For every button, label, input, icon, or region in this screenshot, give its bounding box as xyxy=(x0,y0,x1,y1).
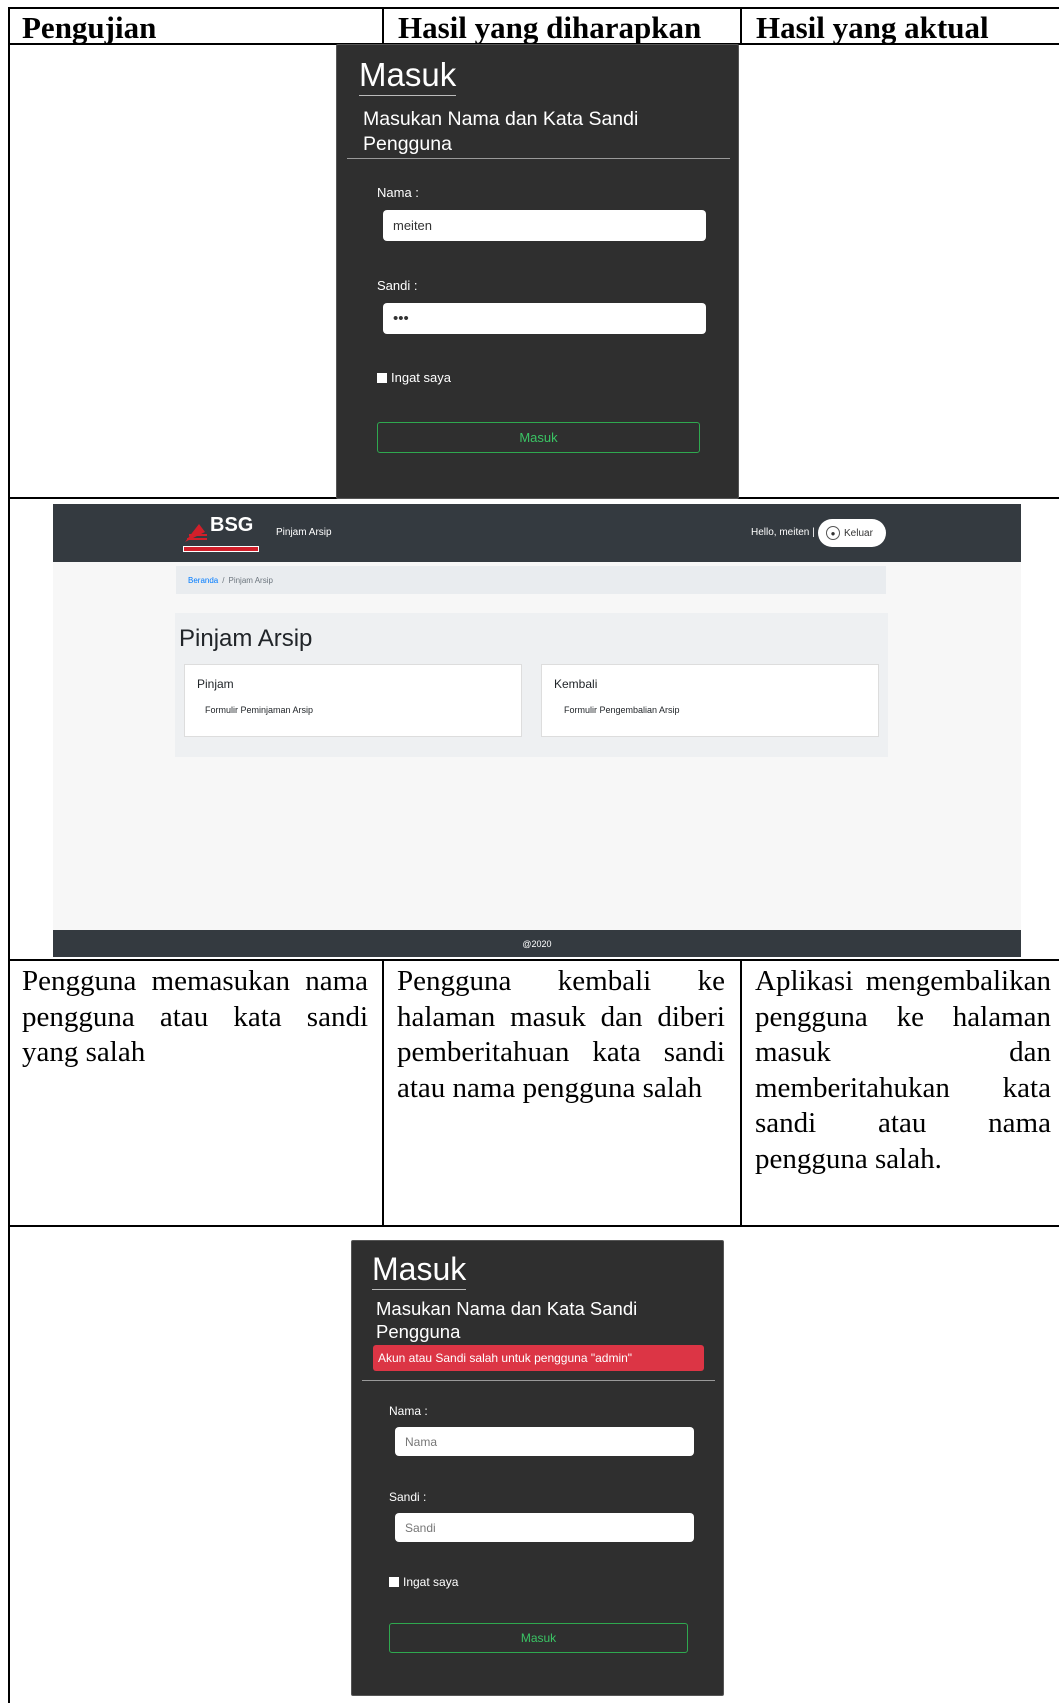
password-label: Sandi : xyxy=(377,278,418,293)
login-subtitle: Masukan Nama dan Kata Sandi Pengguna xyxy=(376,1298,638,1342)
login-submit-button[interactable]: Masuk xyxy=(377,422,700,453)
user-icon: ● xyxy=(826,526,840,540)
login-title: Masuk xyxy=(372,1251,467,1290)
app-screenshot: BSG Pinjam Arsip Hello, meiten | ● Kelua… xyxy=(53,504,1021,957)
breadcrumb-current: Pinjam Arsip xyxy=(228,575,273,585)
password-label: Sandi : xyxy=(389,1490,427,1504)
expected-result: Pengguna kembali ke halaman masuk dan di… xyxy=(397,965,725,1104)
checkbox-box xyxy=(389,1577,399,1587)
remember-label: Ingat saya xyxy=(391,370,451,385)
login-panel-filled: Masuk Masukan Nama dan Kata Sandi Penggu… xyxy=(336,44,739,499)
actual-result: Aplikasi mengembalikan pengguna ke halam… xyxy=(755,965,1051,1175)
login-panel-error: Masuk Masukan Nama dan Kata Sandi Penggu… xyxy=(351,1240,724,1696)
page-title: Pinjam Arsip xyxy=(179,625,313,652)
header-hasil-aktual: Hasil yang aktual xyxy=(756,10,989,45)
card-pinjam: Pinjam Formulir Peminjaman Arsip xyxy=(184,664,522,737)
error-alert: Akun atau Sandi salah untuk pengguna "ad… xyxy=(373,1345,704,1371)
password-input[interactable]: Sandi xyxy=(395,1513,694,1542)
remember-me-checkbox[interactable]: Ingat saya xyxy=(389,1575,458,1589)
login-submit-button[interactable]: Masuk xyxy=(389,1623,688,1653)
checkbox-box xyxy=(377,372,387,383)
nav-title[interactable]: Pinjam Arsip xyxy=(276,527,332,538)
header-hasil-diharapkan: Hasil yang diharapkan xyxy=(398,10,702,45)
name-label: Nama : xyxy=(377,185,419,200)
breadcrumb: Beranda / Pinjam Arsip xyxy=(176,566,886,594)
card-title: Kembali xyxy=(554,677,598,691)
col-divider-1-row xyxy=(382,959,384,1227)
col-divider-1-header xyxy=(382,7,384,45)
card-title: Pinjam xyxy=(197,677,234,691)
remember-label: Ingat saya xyxy=(403,1575,459,1589)
logout-button[interactable]: ● Keluar xyxy=(818,519,886,547)
table-border-left xyxy=(8,7,10,1703)
remember-me-checkbox[interactable]: Ingat saya xyxy=(377,370,451,385)
logout-label: Keluar xyxy=(844,527,873,539)
name-input[interactable]: meiten xyxy=(383,210,706,241)
password-input[interactable]: ••• xyxy=(383,303,706,334)
name-label: Nama : xyxy=(389,1404,428,1418)
name-input[interactable]: Nama xyxy=(395,1427,694,1456)
login-subtitle: Masukan Nama dan Kata Sandi Pengguna xyxy=(363,108,639,155)
login-title: Masuk xyxy=(359,57,457,96)
col-divider-2-header xyxy=(740,7,742,45)
breadcrumb-home[interactable]: Beranda xyxy=(188,576,218,585)
card-kembali: Kembali Formulir Pengembalian Arsip xyxy=(541,664,879,737)
col-divider-2-row xyxy=(740,959,742,1227)
card-link[interactable]: Formulir Peminjaman Arsip xyxy=(205,705,313,715)
header-pengujian: Pengujian xyxy=(22,10,157,45)
test-description: Pengguna memasukan nama pengguna atau ka… xyxy=(22,965,368,1068)
card-link[interactable]: Formulir Pengembalian Arsip xyxy=(564,705,680,715)
breadcrumb-separator: / xyxy=(222,575,225,585)
login-separator xyxy=(347,158,730,159)
footer: @2020 xyxy=(53,930,1021,957)
greeting: Hello, meiten | xyxy=(751,527,815,538)
table-row-divider-3 xyxy=(8,1225,1059,1227)
login-separator xyxy=(362,1380,715,1381)
table-row-divider-2 xyxy=(8,959,1059,961)
brand-text: BSG xyxy=(210,514,254,536)
